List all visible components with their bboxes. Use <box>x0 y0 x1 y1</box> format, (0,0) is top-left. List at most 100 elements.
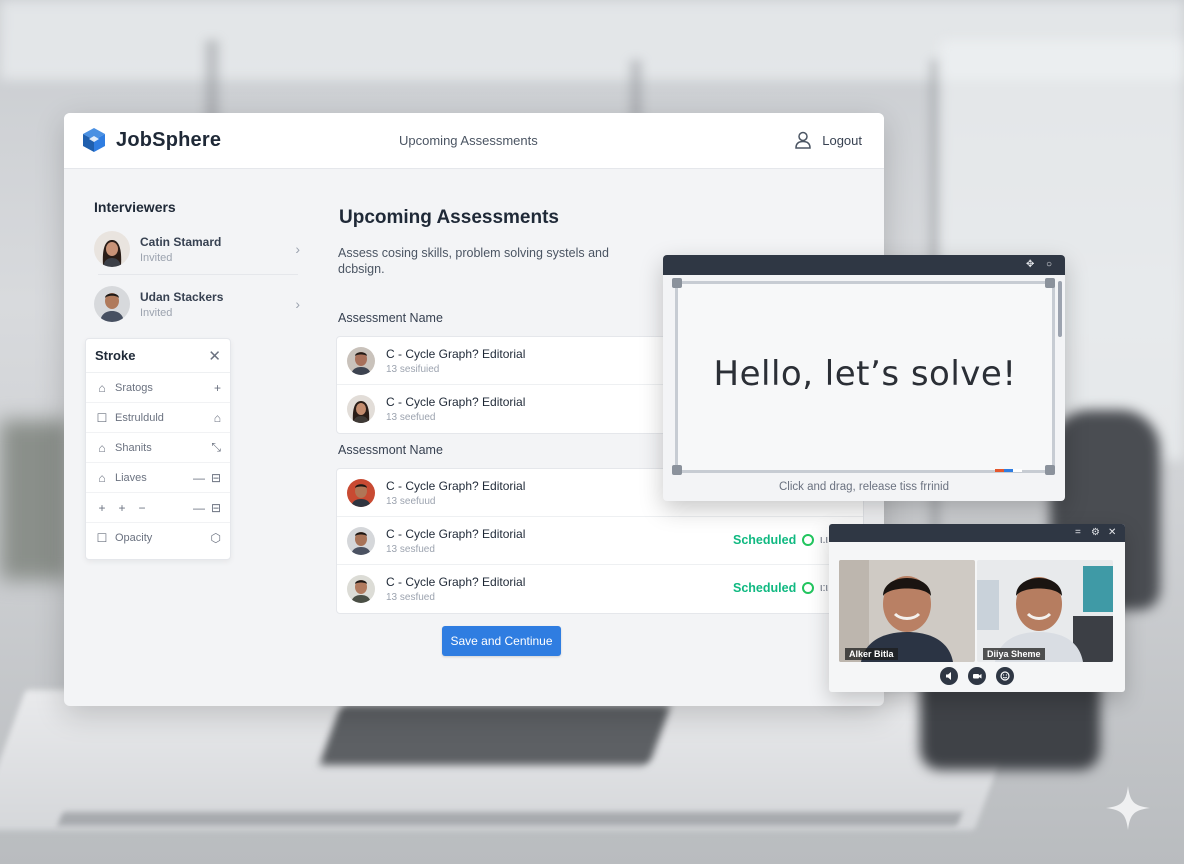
assessment-title: C - Cycle Graph? Editorial <box>386 395 526 409</box>
close-icon[interactable]: ✕ <box>208 347 221 365</box>
plus-icon[interactable]: + <box>214 381 221 395</box>
interviewer-name: Udan Stackers <box>140 289 224 304</box>
participant-video <box>839 560 975 662</box>
stroke-panel-title: Stroke <box>95 348 136 363</box>
home-icon: ⌂ <box>98 470 106 485</box>
video-tile[interactable]: Alker Bitla <box>839 560 975 662</box>
whiteboard-text: Hello, let’s solve! <box>713 354 1017 394</box>
whiteboard-titlebar: ✥ ○ <box>663 255 1065 275</box>
avatar <box>347 478 375 507</box>
brand-name: JobSphere <box>116 128 222 151</box>
move-icon[interactable]: ✥ <box>1026 259 1034 270</box>
assessment-sub: 13 seefued <box>386 412 436 423</box>
stroke-option[interactable]: ☐ Opacity ⬡ <box>86 523 230 553</box>
edit-icon[interactable]: ⤡ <box>211 440 221 455</box>
stroke-option-label: Sratogs <box>115 381 153 394</box>
stroke-option[interactable]: ⌂ Shanits ⤡ <box>86 433 230 463</box>
close-icon[interactable]: ✕ <box>1108 527 1116 538</box>
participant-video <box>977 560 1113 662</box>
plus-icon[interactable]: + <box>115 501 129 515</box>
opacity-label: Opacity <box>115 532 153 544</box>
brand[interactable]: JobSphere <box>82 127 221 153</box>
avatar <box>94 286 130 322</box>
assessment-row[interactable]: C - Cycle Graph? Editorial 13 sesfued Sc… <box>337 565 863 613</box>
page-title: Upcoming Assessments <box>339 207 559 228</box>
resize-handle[interactable] <box>672 465 682 475</box>
interviewer-status: Invited <box>140 251 173 264</box>
minus-icon[interactable]: — <box>193 501 205 515</box>
avatar <box>347 526 375 555</box>
home-icon: ⌂ <box>98 380 106 395</box>
shape-icon: ⌂ <box>98 440 106 455</box>
status-circle-icon <box>802 534 814 546</box>
call-controls <box>940 667 1014 685</box>
minus-icon[interactable]: — <box>193 471 205 485</box>
row-extra: ι:ι <box>820 582 828 594</box>
square-icon: ☐ <box>96 531 108 545</box>
video-call-titlebar: = ⚙ ✕ <box>829 524 1125 542</box>
stroke-option[interactable]: ☐ Estrulduld ⌂ <box>86 403 230 433</box>
minimize-icon[interactable]: = <box>1075 527 1081 538</box>
bg-plant <box>0 420 70 580</box>
status-badge: Scheduled <box>733 581 797 595</box>
whiteboard-hint: Click and drag, release tiss frrinid <box>778 481 949 493</box>
assessment-title: C - Cycle Graph? Editorial <box>386 575 526 589</box>
stroke-option-label: Liaves <box>115 471 147 484</box>
whiteboard-canvas[interactable]: Hello, let’s solve! <box>675 281 1055 473</box>
cube-logo-icon <box>83 128 105 152</box>
circle-icon[interactable]: ○ <box>1046 259 1052 270</box>
bg-desk-edge <box>57 812 963 826</box>
avatar <box>347 346 375 375</box>
divider <box>98 274 298 275</box>
nav-upcoming-assessments[interactable]: Upcoming Assessments <box>399 133 538 148</box>
interviewer-item[interactable]: Catin Stamard Invited › <box>94 224 300 274</box>
page-subtitle: Assess cosing skills, problem solving sy… <box>338 246 609 276</box>
resize-handle[interactable] <box>672 278 682 288</box>
minus-icon[interactable]: − <box>135 501 149 515</box>
assessment-title: C - Cycle Graph? Editorial <box>386 346 526 361</box>
top-bar: JobSphere Upcoming Assessments Logout <box>64 113 884 169</box>
settings-icon[interactable]: ⚙ <box>1091 527 1100 538</box>
plus-icon[interactable]: + <box>95 501 109 515</box>
assessment-sub: 13 seefuud <box>386 495 436 507</box>
logout-button[interactable]: Logout <box>794 131 862 149</box>
hexagon-icon[interactable]: ⬡ <box>211 531 221 545</box>
assessment-title: C - Cycle Graph? Editorial <box>386 478 526 493</box>
stroke-option-label: Shanits <box>115 441 152 454</box>
bg-window-frame <box>630 60 642 120</box>
interviewer-name: Catin Stamard <box>140 234 222 249</box>
minimize-box-icon[interactable]: ⊟ <box>211 471 221 485</box>
stroke-option[interactable]: ⌂ Sratogs + <box>86 373 230 403</box>
section-label: Assessmont Name <box>338 443 443 457</box>
resize-handle[interactable] <box>1045 278 1055 288</box>
square-icon: ☐ <box>96 410 108 425</box>
interviewers-heading: Interviewers <box>94 199 176 215</box>
interviewer-status: Invited <box>140 306 173 319</box>
video-tile[interactable]: Diiya Sheme <box>977 560 1113 662</box>
assessment-row[interactable]: C - Cycle Graph? Editorial 13 sesfued Sc… <box>337 517 863 565</box>
assessment-sub: 13 sesfued <box>386 592 435 603</box>
color-swatches[interactable] <box>995 469 1022 472</box>
chevron-right-icon: › <box>295 296 300 312</box>
avatar <box>94 231 130 267</box>
status-circle-icon <box>802 582 814 594</box>
resize-handle[interactable] <box>1045 465 1055 475</box>
participant-name: Alker Bitla <box>845 648 898 660</box>
row-extra: ι.ι <box>820 534 828 546</box>
user-icon <box>795 131 811 149</box>
interviewer-item[interactable]: Udan Stackers Invited › <box>94 279 300 329</box>
bg-laptop <box>319 705 671 765</box>
stroke-option[interactable]: + + − — ⊟ <box>86 493 230 523</box>
camera-button[interactable] <box>968 667 986 685</box>
reaction-button[interactable] <box>996 667 1014 685</box>
mute-button[interactable] <box>940 667 958 685</box>
minimize-box-icon[interactable]: ⊟ <box>211 501 221 515</box>
stroke-option[interactable]: ⌂ Liaves — ⊟ <box>86 463 230 493</box>
save-and-continue-button[interactable]: Save and Centinue <box>442 626 561 656</box>
speaker-icon <box>946 672 951 680</box>
assessment-sub: 13 sesifuied <box>386 363 440 375</box>
home-icon[interactable]: ⌂ <box>214 411 221 425</box>
assessment-sub: 13 sesfued <box>386 543 435 555</box>
scrollbar[interactable] <box>1058 281 1062 337</box>
sparkle-icon <box>1106 786 1150 830</box>
